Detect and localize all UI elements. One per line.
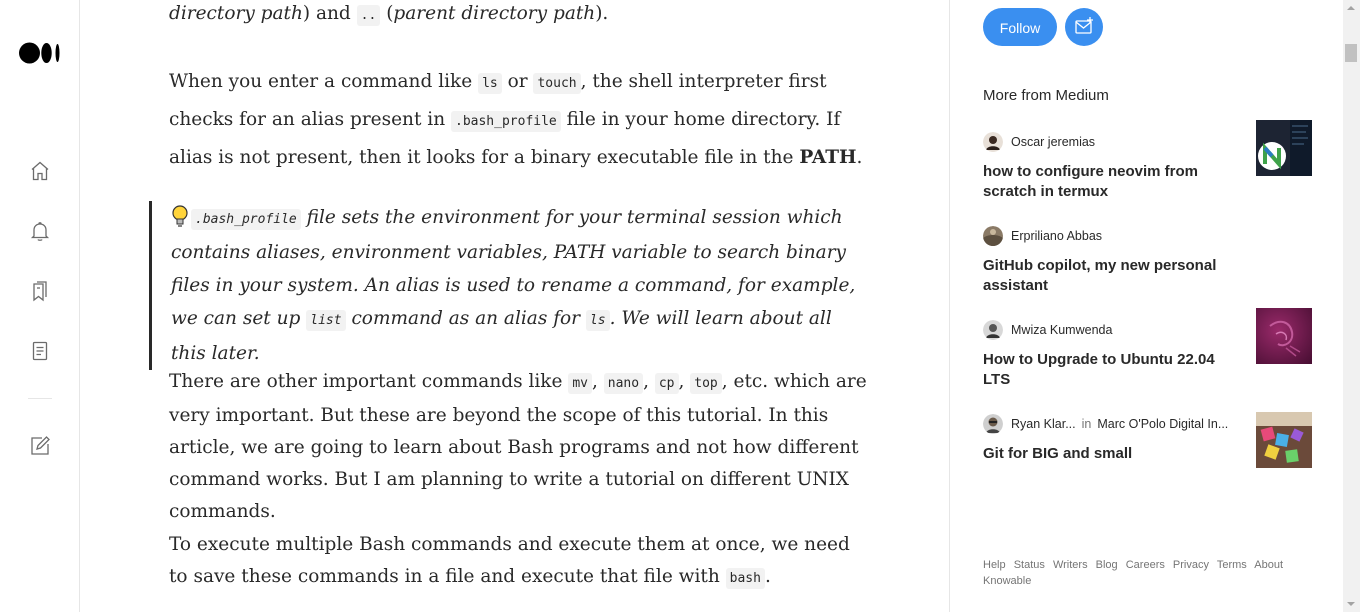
footer-link-blog[interactable]: Blog xyxy=(1096,559,1118,571)
footer-link-writers[interactable]: Writers xyxy=(1053,559,1088,571)
paragraph-execute-bash: To execute multiple Bash commands and ex… xyxy=(169,529,869,595)
author-name: Ryan Klar... xyxy=(1011,417,1076,431)
story-author-row[interactable]: Ryan Klar... in Marc O'Polo Digital In..… xyxy=(983,414,1228,434)
footer-link-knowable[interactable]: Knowable xyxy=(983,575,1031,587)
story-author-row[interactable]: Mwiza Kumwenda xyxy=(983,320,1112,340)
lightbulb-icon xyxy=(172,205,188,227)
text-run: , etc. which are very important. But the… xyxy=(169,371,867,522)
text-run: command as an alias for xyxy=(345,308,586,329)
text-run: directory path xyxy=(169,3,303,24)
paragraph-alias-lookup: When you enter a command like ls or touc… xyxy=(169,64,869,176)
footer-link-status[interactable]: Status xyxy=(1014,559,1045,571)
stories-document-icon[interactable] xyxy=(28,339,52,363)
text-run: ). xyxy=(595,3,609,24)
footer-link-careers[interactable]: Careers xyxy=(1126,559,1165,571)
inline-code: .bash_profile xyxy=(191,209,301,230)
author-avatar xyxy=(983,320,1003,340)
more-from-medium-heading: More from Medium xyxy=(983,87,1109,104)
inline-code: cp xyxy=(654,373,679,394)
page-scrollbar[interactable] xyxy=(1343,0,1360,612)
lists-bookmark-icon[interactable] xyxy=(28,279,52,303)
author-avatar xyxy=(983,226,1003,246)
scrollbar-thumb[interactable] xyxy=(1345,44,1357,62)
story-title[interactable]: how to configure neovim from scratch in … xyxy=(983,162,1233,202)
write-edit-icon[interactable] xyxy=(28,434,52,458)
medium-logo[interactable] xyxy=(19,42,61,64)
story-author-row[interactable]: Oscar jeremias xyxy=(983,132,1095,152)
subscribe-email-button[interactable] xyxy=(1065,8,1103,46)
story-author-row[interactable]: Erpriliano Abbas xyxy=(983,226,1102,246)
text-run: parent directory path xyxy=(393,3,596,24)
inline-code: mv xyxy=(568,373,592,394)
publication-in-label: in xyxy=(1081,417,1092,431)
story-thumbnail-git[interactable] xyxy=(1256,412,1312,468)
home-icon[interactable] xyxy=(28,159,52,183)
story-thumbnail-neovim[interactable] xyxy=(1256,120,1312,176)
scroll-up-arrow-icon[interactable] xyxy=(1347,6,1355,10)
author-avatar xyxy=(983,414,1003,434)
inline-code: .bash_profile xyxy=(451,111,561,132)
inline-code: nano xyxy=(603,373,644,394)
inline-code: bash xyxy=(725,568,765,589)
inline-code: top xyxy=(690,373,722,394)
text-run: ) and xyxy=(302,3,357,24)
right-sidebar: Follow More from Medium Oscar jeremias h… xyxy=(949,0,1340,612)
text-run: or xyxy=(501,71,534,92)
footer-link-about[interactable]: About xyxy=(1254,559,1283,571)
follow-button[interactable]: Follow xyxy=(983,8,1057,46)
text-run: , xyxy=(678,371,691,392)
inline-code: .. xyxy=(356,5,381,26)
story-title[interactable]: GitHub copilot, my new personal assistan… xyxy=(983,256,1233,296)
publication-name[interactable]: Marc O'Polo Digital In... xyxy=(1097,417,1228,431)
text-run: . xyxy=(764,566,771,587)
story-title[interactable]: Git for BIG and small xyxy=(983,444,1233,464)
footer-link-help[interactable]: Help xyxy=(983,559,1006,571)
text-run: When you enter a command like xyxy=(169,71,479,92)
text-run: , xyxy=(643,371,655,392)
blockquote-tip: .bash_profile file sets the environment … xyxy=(149,201,871,370)
author-name: Mwiza Kumwenda xyxy=(1011,323,1113,337)
story-thumbnail-ubuntu[interactable] xyxy=(1256,308,1312,364)
notifications-bell-icon[interactable] xyxy=(28,219,52,243)
text-run: There are other important commands like xyxy=(169,371,569,392)
inline-code: touch xyxy=(533,73,581,94)
author-name: Erpriliano Abbas xyxy=(1011,229,1103,243)
footer-link-terms[interactable]: Terms xyxy=(1217,559,1247,571)
text-run: . xyxy=(856,147,863,168)
scroll-down-arrow-icon[interactable] xyxy=(1347,602,1355,606)
inline-code: ls xyxy=(585,310,610,331)
page: directory path) and .. (parent directory… xyxy=(0,0,1360,612)
bold-text: PATH xyxy=(799,147,857,168)
inline-code: ls xyxy=(478,73,502,94)
inline-code: list xyxy=(306,310,346,331)
left-nav-rail xyxy=(0,0,80,612)
text-run: , xyxy=(592,371,604,392)
author-name: Oscar jeremias xyxy=(1011,135,1096,149)
story-title[interactable]: How to Upgrade to Ubuntu 22.04 LTS xyxy=(983,350,1233,390)
sidebar-footer-links: Help Status Writers Blog Careers Privacy… xyxy=(983,557,1293,589)
email-subscribe-icon xyxy=(1075,17,1093,34)
footer-link-privacy[interactable]: Privacy xyxy=(1173,559,1209,571)
rail-divider xyxy=(28,398,52,399)
paragraph-directory-paths: directory path) and .. (parent directory… xyxy=(169,0,869,32)
paragraph-other-commands: There are other important commands like … xyxy=(169,366,869,528)
author-avatar xyxy=(983,132,1003,152)
text-run: ( xyxy=(380,3,394,24)
